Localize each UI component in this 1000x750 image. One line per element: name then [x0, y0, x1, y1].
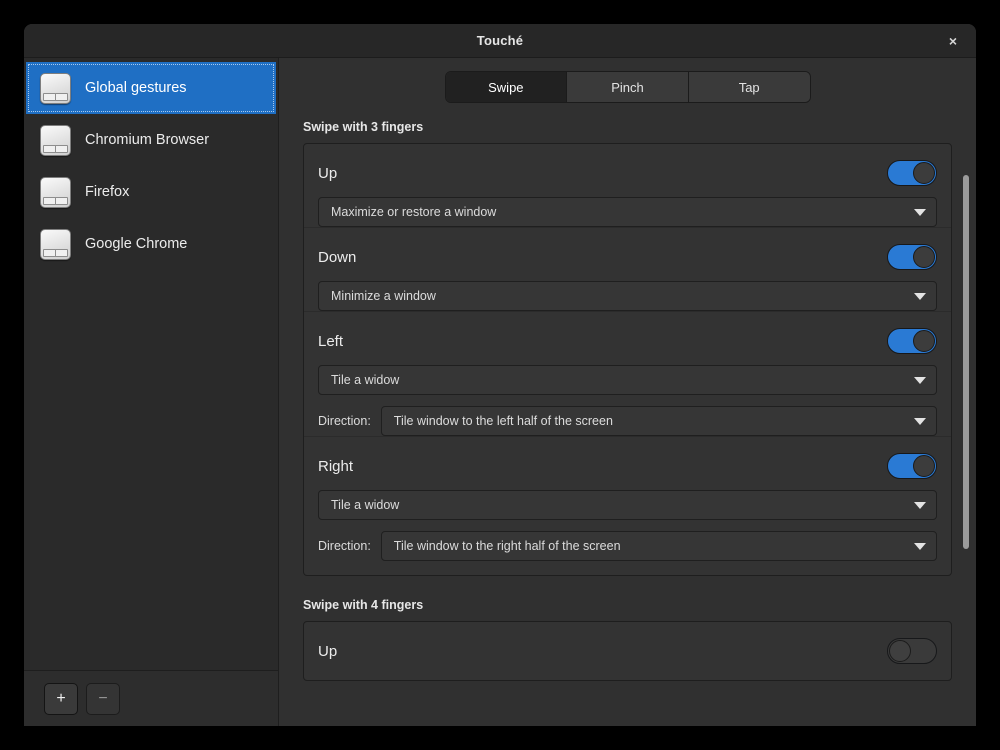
gesture-toggle[interactable] [887, 244, 937, 270]
tab-swipe[interactable]: Swipe [445, 72, 568, 102]
sidebar-item-google-chrome[interactable]: Google Chrome [26, 218, 276, 270]
gesture-toggle[interactable] [887, 638, 937, 664]
sidebar-item-label: Global gestures [85, 80, 187, 96]
sidebar: Global gestures Chromium Browser Firefox Go… [24, 58, 279, 726]
gesture-row: Left Tile a widow Direction: Tile window to… [304, 312, 951, 437]
sidebar-toolbar: + − [24, 670, 278, 726]
direction-dropdown[interactable]: Tile window to the right half of the scr… [380, 531, 937, 561]
gesture-header: Right [318, 451, 937, 481]
action-dropdown[interactable]: Minimize a window [318, 281, 937, 311]
close-icon[interactable]: × [942, 30, 964, 52]
add-profile-button[interactable]: + [44, 682, 78, 715]
scrollbar-track[interactable] [961, 116, 971, 726]
direction-dropdown-value: Tile window to the right half of the scr… [393, 539, 621, 553]
toggle-knob [913, 330, 935, 352]
direction-row: Direction: Tile window to the right half … [318, 531, 937, 561]
gesture-name: Left [318, 332, 344, 350]
gesture-name: Right [318, 457, 354, 475]
sidebar-item-label: Firefox [85, 184, 130, 200]
window-body: Global gestures Chromium Browser Firefox Go… [24, 58, 976, 726]
gesture-header: Up [318, 636, 937, 666]
tabbar-wrap: Swipe Pinch Tap [279, 58, 976, 116]
chevron-down-icon [914, 417, 926, 425]
toggle-knob [913, 455, 935, 477]
direction-dropdown[interactable]: Tile window to the left half of the scre… [380, 406, 937, 436]
toggle-knob [913, 162, 935, 184]
section-title: Swipe with 4 fingers [303, 598, 424, 612]
tab-pinch[interactable]: Pinch [567, 72, 689, 102]
direction-label: Direction: [318, 414, 371, 428]
gesture-header: Down [318, 242, 937, 272]
action-dropdown[interactable]: Maximize or restore a window [318, 197, 937, 227]
direction-label: Direction: [318, 539, 371, 553]
touchpad-icon [40, 124, 71, 156]
gesture-row: Down Minimize a window [304, 228, 951, 312]
action-dropdown[interactable]: Tile a widow [318, 490, 937, 520]
touchpad-icon [40, 228, 71, 260]
gesture-header: Up [318, 158, 937, 188]
content-pane: Swipe Pinch Tap Swipe with 3 fingers Up Maxi… [279, 58, 976, 726]
gesture-row: Up [304, 622, 951, 666]
touchpad-icon [40, 176, 71, 208]
remove-profile-button[interactable]: − [86, 682, 120, 715]
toggle-knob [913, 246, 935, 268]
chevron-down-icon [914, 542, 926, 550]
section-title: Swipe with 3 fingers [303, 120, 424, 134]
chevron-down-icon [914, 208, 926, 216]
sidebar-item-label: Chromium Browser [85, 132, 210, 148]
gesture-name: Up [318, 164, 338, 182]
action-dropdown-value: Maximize or restore a window [331, 205, 497, 219]
gesture-scroll-area: Swipe with 3 fingers Up Maximize or restor… [279, 116, 976, 726]
gesture-name: Up [318, 642, 338, 660]
gesture-card: Up [303, 621, 952, 681]
gesture-row: Up Maximize or restore a window [304, 144, 951, 228]
app-window: Touché × Global gestures Chromium Browser… [24, 24, 976, 726]
window-title: Touché [476, 33, 524, 48]
gesture-row: Right Tile a widow Direction: Tile window t… [304, 437, 951, 561]
sidebar-item-firefox[interactable]: Firefox [26, 166, 276, 218]
chevron-down-icon [914, 376, 926, 384]
sidebar-item-label: Google Chrome [85, 236, 188, 252]
direction-dropdown-value: Tile window to the left half of the scre… [393, 414, 613, 428]
sidebar-item-chromium-browser[interactable]: Chromium Browser [26, 114, 276, 166]
action-dropdown-value: Tile a widow [331, 373, 400, 387]
gesture-header: Left [318, 326, 937, 356]
gesture-toggle[interactable] [887, 328, 937, 354]
gesture-toggle[interactable] [887, 160, 937, 186]
titlebar: Touché × [24, 24, 976, 58]
chevron-down-icon [914, 501, 926, 509]
action-dropdown[interactable]: Tile a widow [318, 365, 937, 395]
sidebar-item-global-gestures[interactable]: Global gestures [26, 62, 276, 114]
touchpad-icon [40, 72, 71, 104]
tab-tap[interactable]: Tap [688, 72, 810, 102]
scrollbar-thumb[interactable] [963, 175, 969, 549]
toggle-knob [889, 640, 911, 662]
tabbar: Swipe Pinch Tap [444, 71, 811, 103]
action-dropdown-value: Minimize a window [331, 289, 436, 303]
gesture-card: Up Maximize or restore a window Down Minimi… [303, 143, 952, 576]
gesture-name: Down [318, 248, 357, 266]
chevron-down-icon [914, 292, 926, 300]
action-dropdown-value: Tile a widow [331, 498, 400, 512]
direction-row: Direction: Tile window to the left half o… [318, 406, 937, 436]
sidebar-list: Global gestures Chromium Browser Firefox Go… [24, 58, 278, 670]
gesture-toggle[interactable] [887, 453, 937, 479]
